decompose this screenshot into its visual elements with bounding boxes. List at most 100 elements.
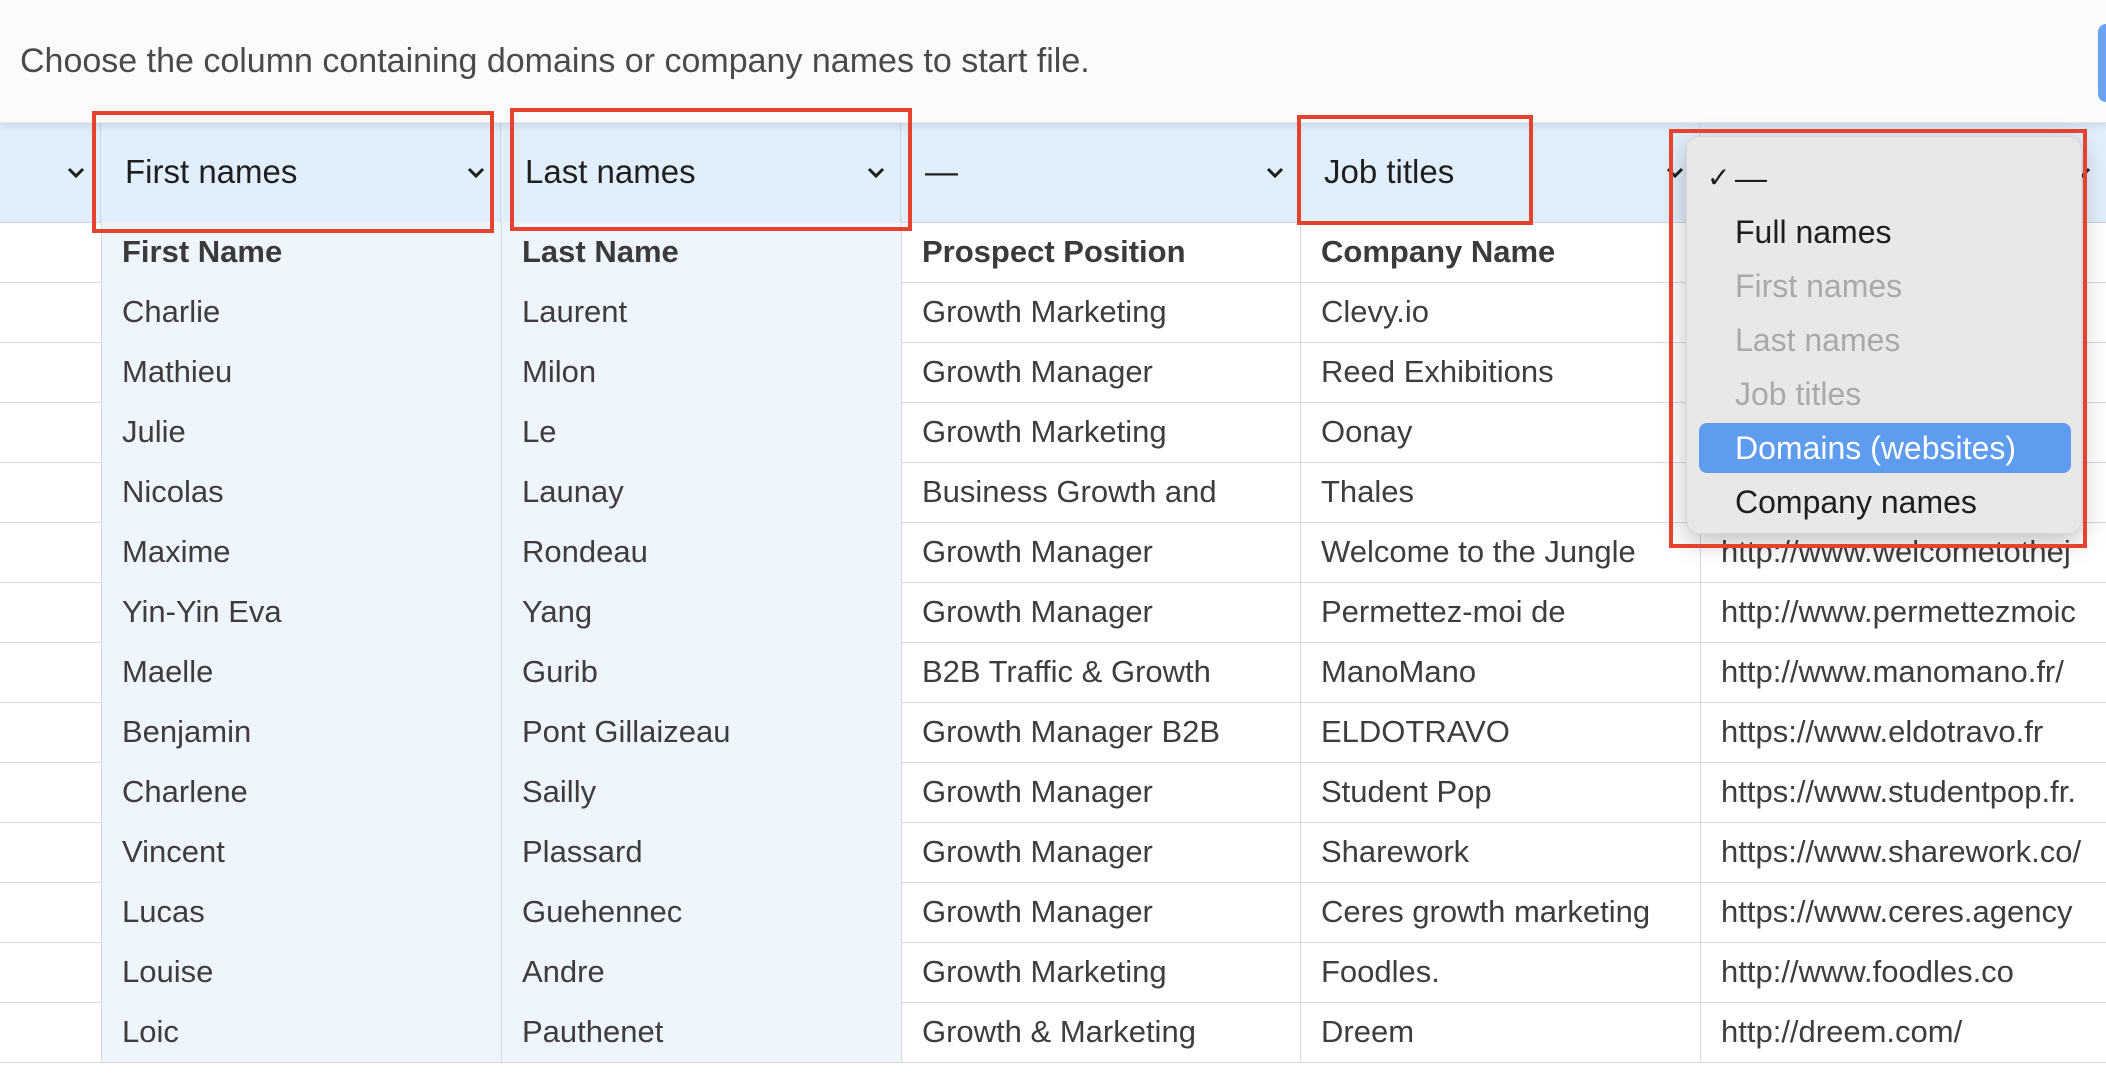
dropdown-item-domains[interactable]: Domains (websites): [1699, 423, 2071, 473]
row-stub: [0, 462, 101, 522]
table-row: Charlene Sailly Growth Manager Student Pop h…: [0, 762, 2106, 823]
table-cell: Student Pop: [1300, 762, 1700, 822]
table-cell: Nicolas: [101, 462, 501, 522]
table-cell: Yin-Yin Eva: [101, 582, 501, 642]
instruction-bar: Choose the column containing domains or …: [0, 0, 2106, 123]
row-stub: [0, 642, 101, 702]
row-stub: [0, 342, 101, 402]
select-label: —: [925, 153, 958, 190]
table-cell: Julie: [101, 402, 501, 462]
checkmark-icon: ✓: [1707, 162, 1731, 193]
row-stub: [0, 282, 101, 342]
table-cell: https://www.sharework.co/: [1700, 822, 2106, 882]
table-cell: Growth Marketing: [901, 402, 1300, 462]
table-cell: https://www.studentpop.fr.: [1700, 762, 2106, 822]
table-cell: Clevy.io: [1300, 282, 1700, 342]
row-stub: [0, 402, 101, 462]
chevron-down-icon: [867, 167, 885, 179]
table-cell: Maxime: [101, 522, 501, 582]
table-cell: Launay: [501, 462, 901, 522]
dropdown-item-first-names: First names: [1699, 261, 2071, 311]
table-cell: ManoMano: [1300, 642, 1700, 702]
table-cell: Plassard: [501, 822, 901, 882]
table-cell: Gurib: [501, 642, 901, 702]
menu-item-label: —: [1735, 160, 1767, 196]
row-stub: [0, 222, 101, 282]
row-stub: [0, 942, 101, 1002]
table-cell: Charlie: [101, 282, 501, 342]
table-cell: Business Growth and: [901, 462, 1300, 522]
table-cell: Milon: [501, 342, 901, 402]
table-cell: Maelle: [101, 642, 501, 702]
chevron-down-icon: [1266, 167, 1284, 179]
column-header: Prospect Position: [901, 222, 1300, 282]
table-cell: https://www.ceres.agency: [1700, 882, 2106, 942]
dropdown-item-none[interactable]: ✓ —: [1699, 153, 2071, 203]
chevron-down-icon: [67, 167, 85, 179]
table-cell: Growth Manager B2B: [901, 702, 1300, 762]
row-stub: [0, 762, 101, 822]
chevron-down-icon: [1666, 167, 1684, 179]
table-cell: http://www.manomano.fr/: [1700, 642, 2106, 702]
column-header: Company Name: [1300, 222, 1700, 282]
table-row: Vincent Plassard Growth Manager Sharework ht…: [0, 822, 2106, 883]
table-cell: Laurent: [501, 282, 901, 342]
row-stub: [0, 582, 101, 642]
table-cell: Growth Marketing: [901, 282, 1300, 342]
menu-item-label: First names: [1735, 268, 1903, 304]
select-label: Last names: [525, 153, 696, 190]
column-mapping-select-position[interactable]: —: [901, 122, 1300, 222]
table-cell: Growth Marketing: [901, 942, 1300, 1002]
row-stub: [0, 882, 101, 942]
table-cell: B2B Traffic & Growth: [901, 642, 1300, 702]
table-cell: Charlene: [101, 762, 501, 822]
table-cell: Le: [501, 402, 901, 462]
table-cell: Growth Manager: [901, 582, 1300, 642]
instruction-text: Choose the column containing domains or …: [20, 42, 1090, 80]
column-mapping-select-last-names[interactable]: Last names: [501, 122, 901, 222]
column-mapping-select-job-titles[interactable]: Job titles: [1300, 122, 1700, 222]
table-cell: http://www.permettezmoic: [1700, 582, 2106, 642]
table-cell: Foodles.: [1300, 942, 1700, 1002]
table-row: Maelle Gurib B2B Traffic & Growth ManoMano h…: [0, 642, 2106, 703]
table-row: Loic Pauthenet Growth & Marketing Dreem http…: [0, 1002, 2106, 1063]
table-row: Lucas Guehennec Growth Manager Ceres growth…: [0, 882, 2106, 943]
table-cell: Thales: [1300, 462, 1700, 522]
row-stub: [0, 822, 101, 882]
table-cell: Vincent: [101, 822, 501, 882]
table-cell: Mathieu: [101, 342, 501, 402]
table-cell: Guehennec: [501, 882, 901, 942]
table-cell: Welcome to the Jungle: [1300, 522, 1700, 582]
menu-item-label: Job titles: [1735, 376, 1862, 412]
table-cell: Ceres growth marketing: [1300, 882, 1700, 942]
column-mapping-select-0[interactable]: [0, 122, 101, 222]
table-cell: Loic: [101, 1002, 501, 1062]
table-cell: Pont Gillaizeau: [501, 702, 901, 762]
table-row: Louise Andre Growth Marketing Foodles. http:…: [0, 942, 2106, 1003]
table-cell: Rondeau: [501, 522, 901, 582]
table-cell: Dreem: [1300, 1002, 1700, 1062]
column-mapping-select-first-names[interactable]: First names: [101, 122, 501, 222]
table-cell: Growth Manager: [901, 822, 1300, 882]
dropdown-item-full-names[interactable]: Full names: [1699, 207, 2071, 257]
dropdown-item-job-titles: Job titles: [1699, 369, 2071, 419]
row-stub: [0, 522, 101, 582]
continue-button[interactable]: [2098, 24, 2106, 102]
table-cell: Sharework: [1300, 822, 1700, 882]
menu-item-label: Last names: [1735, 322, 1901, 358]
column-header: First Name: [101, 222, 501, 282]
table-cell: Pauthenet: [501, 1002, 901, 1062]
dropdown-item-company-names[interactable]: Company names: [1699, 477, 2071, 527]
menu-item-label: Company names: [1735, 484, 1977, 520]
table-cell: Reed Exhibitions: [1300, 342, 1700, 402]
table-cell: Benjamin: [101, 702, 501, 762]
table-cell: Growth Manager: [901, 522, 1300, 582]
select-label: First names: [125, 153, 298, 190]
table-row: Benjamin Pont Gillaizeau Growth Manager B2…: [0, 702, 2106, 763]
table-cell: Permettez-moi de: [1300, 582, 1700, 642]
table-cell: Growth & Marketing: [901, 1002, 1300, 1062]
table-cell: Growth Manager: [901, 882, 1300, 942]
row-stub: [0, 1002, 101, 1062]
table-cell: Lucas: [101, 882, 501, 942]
table-cell: Louise: [101, 942, 501, 1002]
